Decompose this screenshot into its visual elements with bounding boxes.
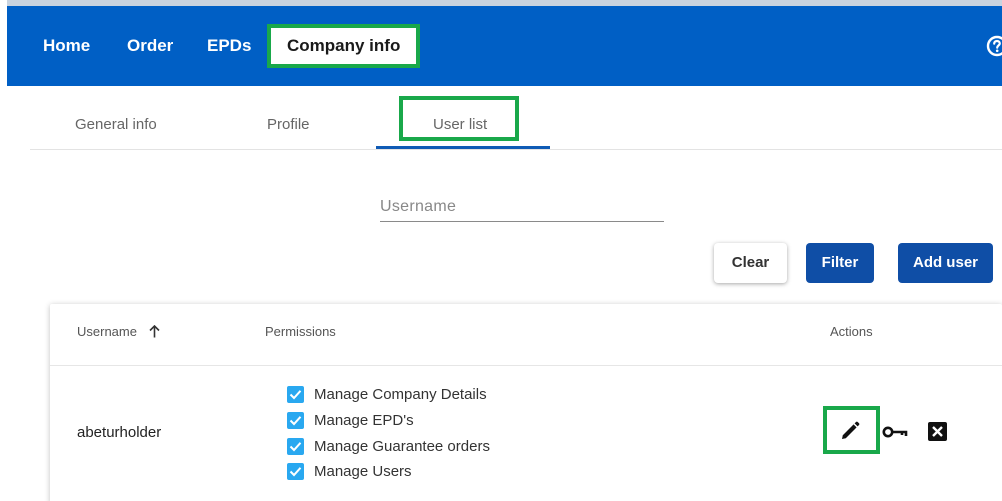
column-header-username-label: Username — [77, 324, 137, 339]
tab-general-info[interactable]: General info — [75, 110, 157, 140]
header-divider — [50, 365, 1002, 366]
nav-epds[interactable]: EPDs — [207, 30, 251, 62]
tabs-divider — [30, 149, 1002, 150]
column-header-username[interactable]: Username — [77, 324, 160, 339]
permission-manage-company-details[interactable]: Manage Company Details — [287, 384, 487, 404]
top-nav-bar: Home Order EPDs Company info — [7, 0, 1002, 86]
permission-manage-users[interactable]: Manage Users — [287, 461, 412, 481]
edit-icon[interactable] — [839, 420, 861, 442]
clear-button[interactable]: Clear — [714, 243, 787, 283]
checkbox-checked-icon[interactable] — [287, 411, 304, 429]
permission-label: Manage Guarantee orders — [314, 437, 490, 455]
tab-user-list[interactable]: User list — [433, 110, 487, 140]
column-header-permissions: Permissions — [265, 324, 336, 339]
key-icon[interactable] — [882, 424, 908, 440]
tab-profile[interactable]: Profile — [267, 110, 310, 140]
checkbox-checked-icon[interactable] — [287, 462, 304, 480]
column-header-actions: Actions — [830, 324, 873, 339]
permission-manage-guarantee-orders[interactable]: Manage Guarantee orders — [287, 436, 490, 456]
arrow-up-icon — [149, 325, 160, 338]
permission-label: Manage Company Details — [314, 385, 487, 403]
checkbox-checked-icon[interactable] — [287, 385, 304, 403]
nav-company-info[interactable]: Company info — [267, 24, 421, 68]
add-user-button[interactable]: Add user — [898, 243, 993, 283]
table-row-username: abeturholder — [77, 424, 162, 441]
user-table: Username Permissions Actions abeturholde… — [50, 304, 1002, 501]
permission-label: Manage EPD's — [314, 411, 414, 429]
nav-order[interactable]: Order — [127, 30, 173, 62]
filter-button[interactable]: Filter — [806, 243, 874, 283]
delete-icon[interactable] — [927, 421, 948, 442]
permission-label: Manage Users — [314, 462, 412, 480]
username-search-input[interactable] — [380, 192, 664, 222]
checkbox-checked-icon[interactable] — [287, 437, 304, 455]
help-circle-icon[interactable] — [986, 35, 1002, 57]
permission-manage-epds[interactable]: Manage EPD's — [287, 410, 414, 430]
nav-home[interactable]: Home — [43, 30, 90, 62]
